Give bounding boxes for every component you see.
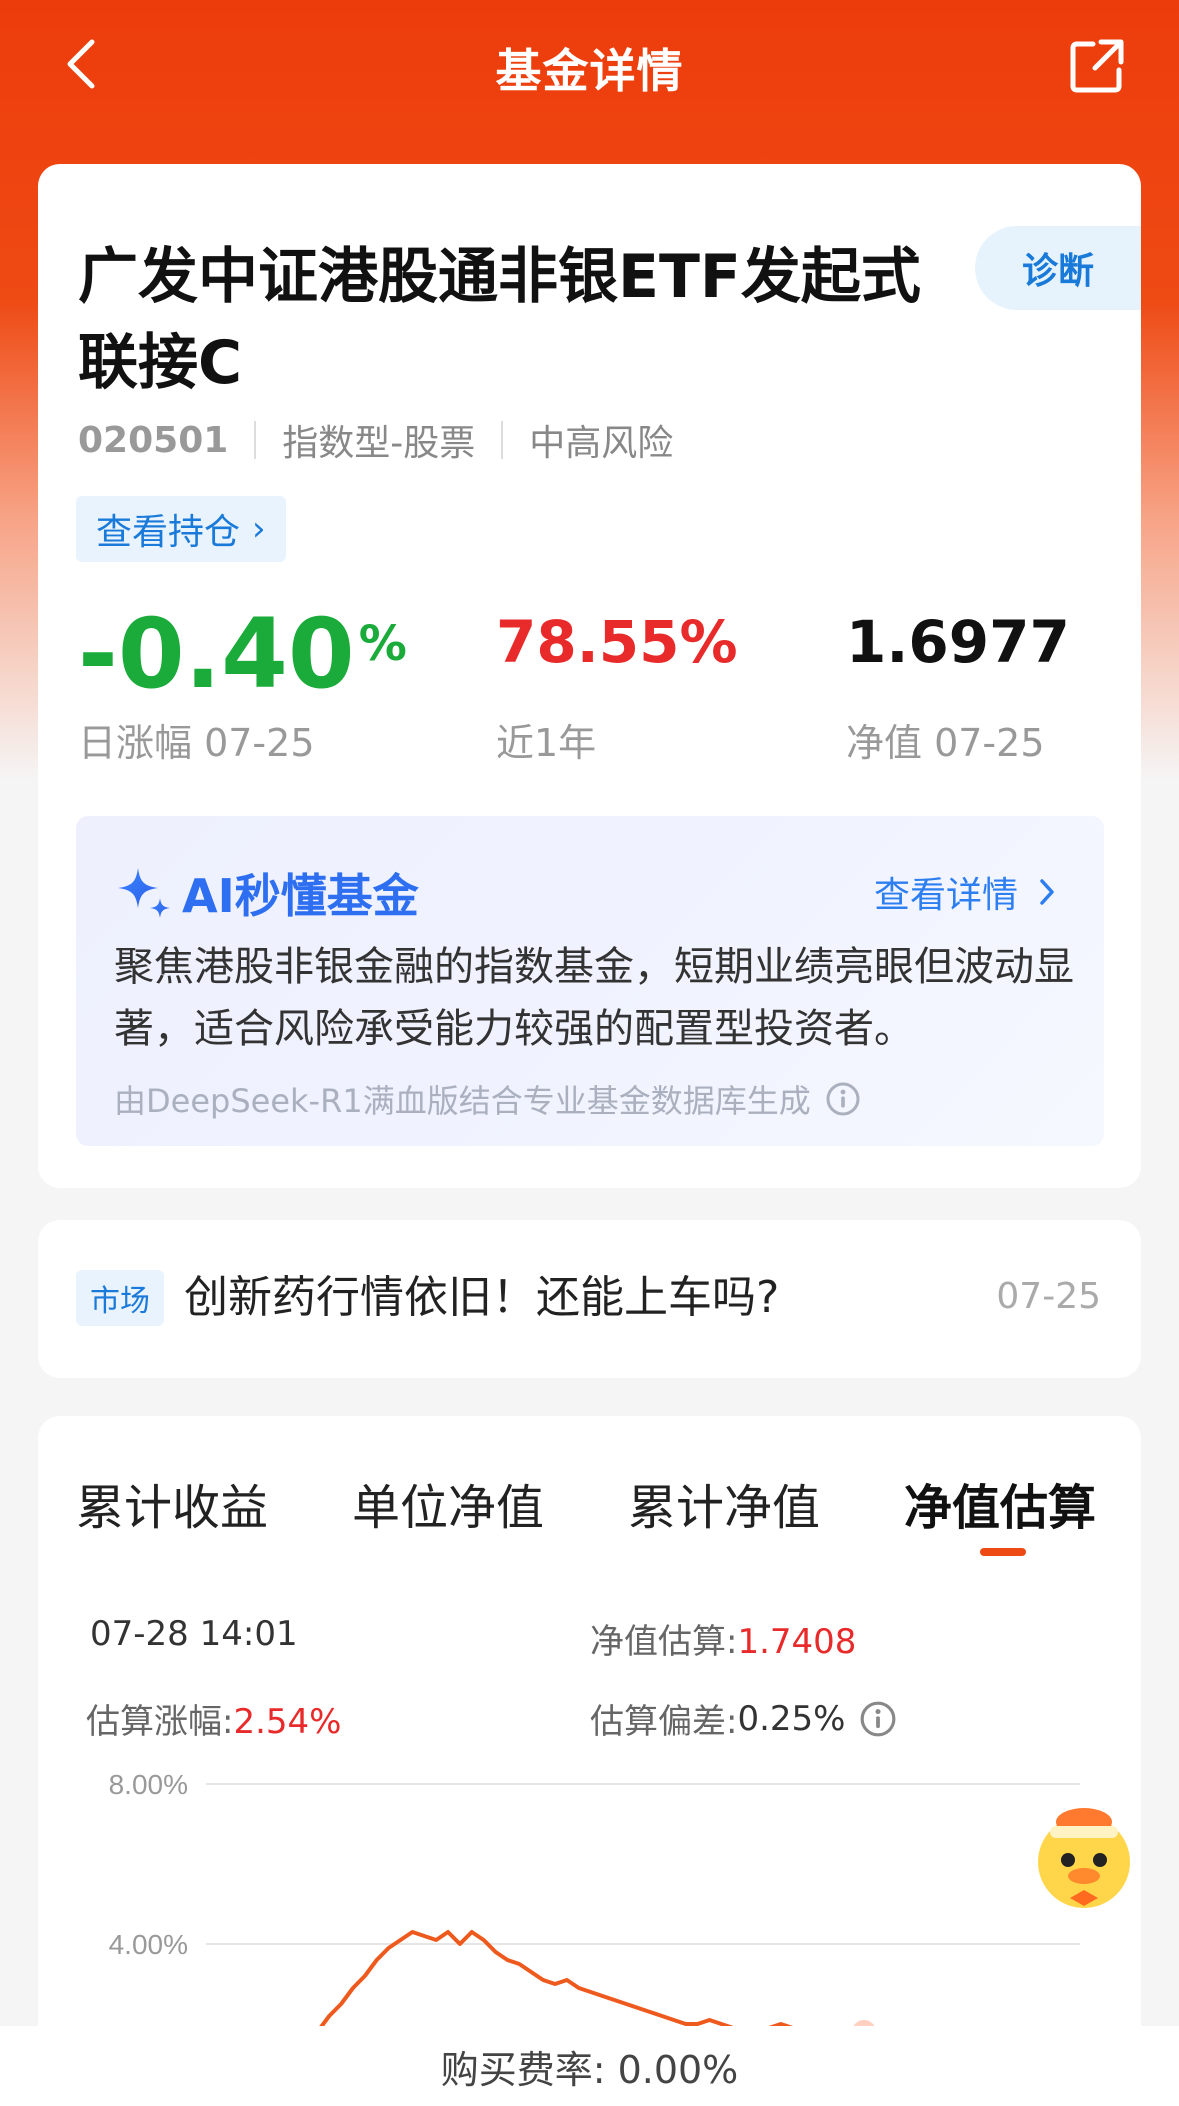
tab-cumulative-return[interactable]: 累计收益: [76, 1468, 268, 1538]
tab-nav-estimate[interactable]: 净值估算: [904, 1468, 1096, 1538]
news-card[interactable]: 市场 创新药行情依旧！还能上车吗? 07-25: [38, 1220, 1141, 1378]
chevron-right-icon: [1040, 879, 1054, 905]
nav-bar: 基金详情: [0, 0, 1179, 135]
tab-unit-nav[interactable]: 单位净值: [352, 1468, 544, 1538]
fund-meta: 020501 指数型-股票 中高风险: [78, 414, 673, 466]
chart-tabs: 累计收益 单位净值 累计净值 净值估算: [38, 1416, 1141, 1576]
daily-change-unit: %: [358, 616, 407, 672]
nav-value: 1.6977: [846, 608, 1070, 676]
fund-code: 020501: [78, 419, 229, 461]
purchase-fee-text: 购买费率: 0.00%: [440, 2047, 739, 2092]
diagnose-button[interactable]: 诊断: [975, 226, 1141, 310]
chevron-right-icon: ›: [252, 509, 266, 549]
daily-change-value: -0.40%: [78, 604, 407, 704]
meta-divider: [501, 421, 504, 459]
ai-view-details-link[interactable]: 查看详情: [874, 866, 1056, 918]
estimate-deviation: 估算偏差: 0.25%: [590, 1694, 897, 1743]
tab-cumulative-nav[interactable]: 累计净值: [628, 1468, 820, 1538]
estimate-change: 估算涨幅:2.54%: [86, 1694, 341, 1743]
meta-divider: [254, 421, 257, 459]
sparkle-icon: [118, 868, 170, 918]
estimate-chart: 8.00% 4.00%: [109, 1769, 1080, 2026]
estimate-deviation-value: 0.25%: [737, 1698, 846, 1739]
ai-source-note: 由DeepSeek-R1满血版结合专业基金数据库生成: [114, 1076, 861, 1122]
one-year-value: 78.55%: [496, 608, 738, 676]
estimate-change-label: 估算涨幅:: [86, 1702, 234, 1742]
fund-summary-card: 广发中证港股通非银ETF发起式联接C 诊断 020501 指数型-股票 中高风险…: [38, 164, 1141, 1188]
info-icon[interactable]: [825, 1081, 861, 1117]
estimate-time: 07-28 14:01: [90, 1614, 298, 1654]
nav-label: 净值 07-25: [846, 721, 1045, 765]
estimate-nav-value: 1.7408: [737, 1622, 857, 1662]
ai-title: AI秒懂基金: [182, 869, 419, 923]
ai-header: AI秒懂基金: [114, 860, 419, 926]
fund-risk: 中高风险: [529, 423, 674, 464]
one-year-label: 近1年: [496, 721, 597, 765]
ai-summary-box: AI秒懂基金 查看详情 聚焦港股非银金融的指数基金，短期业绩亮眼但波动显著，适合…: [76, 816, 1104, 1146]
chart-card: 累计收益 单位净值 累计净值 净值估算 07-28 14:01 净值估算:1.7…: [38, 1416, 1141, 2106]
fund-type: 指数型-股票: [282, 423, 476, 464]
stat-one-year: 78.55% 近1年: [496, 604, 738, 767]
view-holdings-button[interactable]: 查看持仓 ›: [76, 496, 286, 562]
share-icon[interactable]: [1067, 36, 1127, 96]
daily-change-number: -0.40: [78, 598, 355, 710]
ai-source-text: 由DeepSeek-R1满血版结合专业基金数据库生成: [114, 1082, 811, 1120]
stat-daily-change: -0.40% 日涨幅 07-25: [78, 604, 407, 767]
news-date: 07-25: [996, 1276, 1101, 1317]
view-holdings-label: 查看持仓: [96, 512, 241, 553]
news-title[interactable]: 创新药行情依旧！还能上车吗?: [184, 1270, 779, 1326]
active-tab-indicator: [980, 1548, 1026, 1556]
back-icon[interactable]: [60, 36, 104, 92]
estimate-nav-label: 净值估算:: [590, 1622, 738, 1662]
estimate-deviation-label: 估算偏差:: [590, 1702, 738, 1742]
assistant-mascot-icon[interactable]: [1020, 1790, 1148, 1918]
fund-name: 广发中证港股通非银ETF发起式联接C: [78, 242, 921, 398]
y-tick-label: 4.00%: [109, 1929, 188, 1960]
bottom-bar: 购买费率: 0.00%: [0, 2026, 1179, 2106]
ai-view-details-label: 查看详情: [873, 875, 1018, 916]
daily-change-label: 日涨幅 07-25: [78, 721, 315, 765]
news-tag: 市场: [76, 1270, 164, 1326]
info-icon[interactable]: [859, 1700, 897, 1738]
page-title: 基金详情: [495, 43, 684, 98]
stat-nav: 1.6977 净值 07-25: [846, 604, 1070, 767]
ai-summary-text: 聚焦港股非银金融的指数基金，短期业绩亮眼但波动显著，适合风险承受能力较强的配置型…: [114, 944, 1074, 1052]
estimate-change-value: 2.54%: [233, 1702, 342, 1742]
y-tick-label: 8.00%: [109, 1769, 188, 1800]
estimate-line: [319, 1930, 805, 2026]
estimate-nav: 净值估算:1.7408: [590, 1614, 856, 1663]
